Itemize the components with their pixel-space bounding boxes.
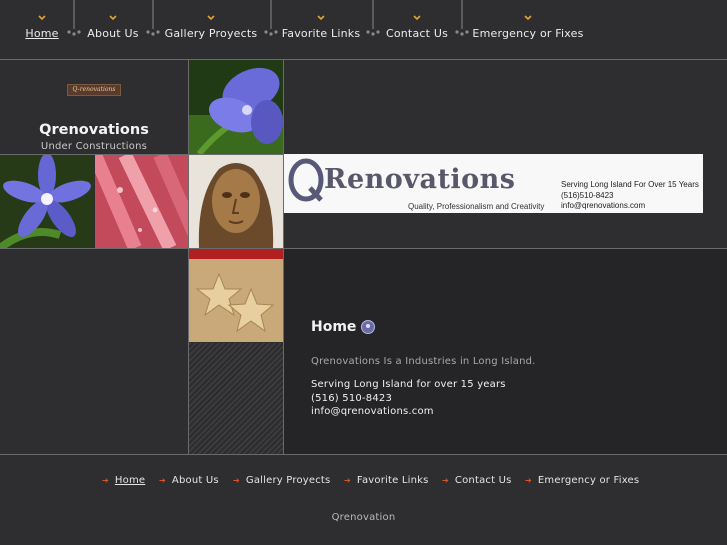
banner-tagline: Quality, Professionalism and Creativity [408, 202, 545, 211]
site-tagline: Under Constructions [40, 141, 148, 152]
brand-panel: Q-renovations Qrenovations Under Constru… [0, 60, 188, 155]
intro-text: Qrenovations Is a Industries in Long Isl… [311, 356, 536, 367]
brand-logo[interactable]: Q-renovations [67, 84, 121, 96]
nav-label: Emergency or Fixes [472, 27, 584, 40]
nav-label: Contact Us [385, 27, 449, 40]
nav-label: Gallery Proyects [164, 27, 258, 40]
chevron-down-icon [383, 0, 451, 22]
page-title: Home [311, 319, 357, 335]
footer-link-label: About Us [171, 475, 219, 486]
banner-info-line: Serving Long Island For Over 15 Years [561, 180, 699, 189]
nav-item-emergency-or-fixes[interactable]: Emergency or Fixes [472, 0, 584, 59]
q-logo-icon [288, 158, 324, 202]
separator-connector-icon [264, 0, 278, 36]
starfish-photo [189, 249, 283, 342]
footer-link-home[interactable]: ➔ Home [102, 475, 145, 486]
chevron-down-icon [82, 0, 144, 22]
company-banner[interactable]: Renovations Quality, Professionalism and… [284, 154, 703, 213]
chevron-down-icon [280, 0, 362, 22]
chevron-down-icon [22, 0, 62, 22]
footer-link-gallery-proyects[interactable]: ➔ Gallery Proyects [233, 475, 330, 486]
footer-link-label: Gallery Proyects [245, 475, 331, 486]
grid-divider [188, 60, 189, 454]
bullet-circle-icon [361, 320, 375, 334]
separator-connector-icon [366, 0, 380, 36]
banner-title: Renovations [324, 164, 516, 195]
nav-item-gallery-proyects[interactable]: Gallery Proyects [162, 0, 260, 59]
bronze-statue-photo [189, 155, 283, 248]
grid-divider [283, 60, 284, 454]
arrow-right-icon: ➔ [442, 476, 449, 485]
footer-link-contact-us[interactable]: ➔ Contact Us [442, 475, 512, 486]
footer-link-label: Emergency or Fixes [537, 475, 640, 486]
hatched-panel [189, 343, 283, 454]
nav-label: About Us [87, 27, 139, 40]
arrow-right-icon: ➔ [525, 476, 532, 485]
main-content: Home Qrenovations Is a Industries in Lon… [284, 249, 727, 454]
top-navigation: Home About Us Gallery Proyects Favorite … [0, 0, 727, 60]
footer-link-about-us[interactable]: ➔ About Us [159, 475, 219, 486]
blue-flower-photo [189, 60, 283, 154]
footer: ➔ Home ➔ About Us ➔ Gallery Proyects ➔ Favor… [0, 454, 727, 545]
copyright-text: Qrenovation [331, 512, 396, 523]
footer-link-label: Favorite Links [356, 475, 429, 486]
pink-flower-photo [95, 155, 188, 248]
nav-label: Home [25, 27, 59, 40]
banner-info-line: (516)510-8423 [561, 190, 614, 200]
footer-link-label: Contact Us [454, 475, 512, 486]
arrow-right-icon: ➔ [102, 476, 109, 485]
info-line-email: info@qrenovations.com [311, 406, 434, 417]
arrow-right-icon: ➔ [344, 476, 351, 485]
nav-label: Favorite Links [281, 27, 361, 40]
empty-panel [0, 249, 188, 454]
arrow-right-icon: ➔ [159, 476, 166, 485]
nav-item-contact-us[interactable]: Contact Us [383, 0, 451, 59]
banner-info-line: info@qrenovations.com [561, 201, 646, 210]
nav-item-home[interactable]: Home [22, 0, 62, 59]
separator-connector-icon [146, 0, 160, 36]
separator-connector-icon [455, 0, 469, 36]
chevron-down-icon [162, 0, 260, 22]
info-line-phone: (516) 510-8423 [311, 393, 393, 404]
info-line-service: Serving Long Island for over 15 years [311, 379, 506, 390]
footer-link-favorite-links[interactable]: ➔ Favorite Links [344, 475, 429, 486]
star-flower-photo [0, 155, 94, 248]
banner-contact-info: Serving Long Island For Over 15 Years (5… [561, 180, 699, 212]
grid-divider [0, 154, 283, 155]
chevron-down-icon [472, 0, 584, 22]
separator-connector-icon [67, 0, 81, 36]
footer-link-label: Home [114, 475, 146, 486]
banner-area: Renovations Quality, Professionalism and… [284, 60, 727, 248]
brand-logo-text: Q-renovations [72, 86, 116, 93]
nav-item-favorite-links[interactable]: Favorite Links [280, 0, 362, 59]
arrow-right-icon: ➔ [233, 476, 240, 485]
grid-divider [0, 248, 727, 249]
nav-item-about-us[interactable]: About Us [82, 0, 144, 59]
site-title: Qrenovations [39, 122, 149, 138]
footer-link-emergency-or-fixes[interactable]: ➔ Emergency or Fixes [525, 475, 639, 486]
